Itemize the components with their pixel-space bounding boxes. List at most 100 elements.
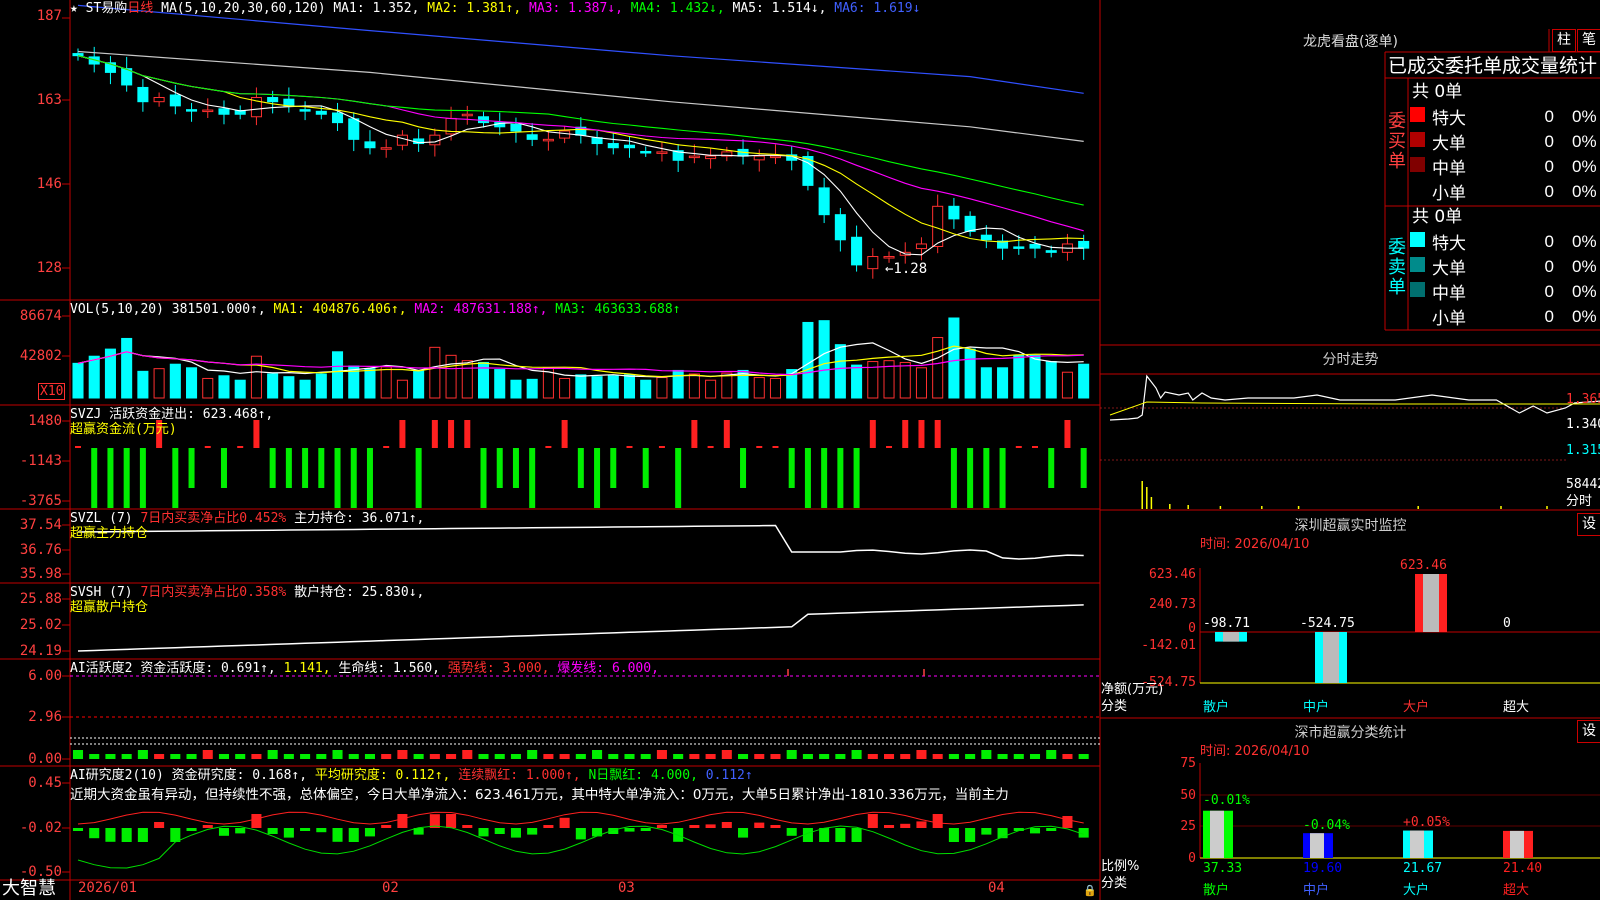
fund-flow-bar <box>983 448 990 508</box>
sell-order-table: 特大 0 0% 大单 0 0% 中单 0 0% 小单 0 0% <box>1410 229 1600 329</box>
candle-body <box>429 134 441 146</box>
sz-monitor-axis-label: -142.01 <box>1141 638 1196 653</box>
activity-bar <box>705 754 716 759</box>
category-label: 大户 <box>1403 883 1430 898</box>
sell-side-label: 委卖单 <box>1388 237 1406 298</box>
fund-flow-bar <box>480 448 487 508</box>
order-color-swatch <box>1410 156 1425 172</box>
volume-bar <box>1013 354 1025 399</box>
activity-bar <box>478 754 489 759</box>
category-label: 超大 <box>1503 883 1530 898</box>
intraday-price-label: 1.340 <box>1566 417 1600 432</box>
order-row: 大单 0 0% <box>1410 254 1600 279</box>
candle-body <box>688 155 700 159</box>
activity-bar <box>316 754 327 759</box>
ma-value-2: MA2: 1.381↑, <box>419 1 522 16</box>
bar-view-button[interactable]: 柱 <box>1552 29 1576 52</box>
date-axis-label: 04 <box>988 880 1005 896</box>
research-bar <box>948 828 959 842</box>
volume-bar <box>721 372 733 399</box>
price-axis-label: 163 <box>36 92 62 108</box>
app-logo[interactable]: 大智慧 <box>2 879 56 899</box>
activity-bar <box>689 754 700 759</box>
fund-flow-bar <box>1080 448 1087 488</box>
volume-bar <box>88 355 100 399</box>
research-bar <box>235 828 246 834</box>
activity-bar <box>235 754 246 759</box>
fund-flow-bar <box>302 448 309 488</box>
order-row: 中单 0 0% <box>1410 154 1600 179</box>
fund-flow-bar <box>756 446 763 448</box>
volume-bar <box>1029 354 1041 399</box>
candle-body <box>283 98 295 107</box>
volume-bar <box>510 379 522 399</box>
candle-body <box>1078 240 1090 249</box>
fund-flow-bar <box>934 420 941 448</box>
fund-flow-bar <box>642 448 649 488</box>
category-label: 散户 <box>1203 883 1230 898</box>
ai-activity-axis-label: 2.96 <box>28 709 62 725</box>
volume-bar <box>364 368 376 399</box>
fund-flow-bar <box>950 448 957 508</box>
stock-name[interactable]: ST易购 <box>86 1 128 16</box>
research-bar <box>527 828 538 835</box>
sz-class-xlabel: 分类 <box>1101 876 1128 891</box>
fund-flow-bar <box>545 446 552 448</box>
sz-monitor-title: 深圳超赢实时监控 <box>1294 518 1407 534</box>
order-row: 小单 0 0% <box>1410 179 1600 204</box>
buy-total: 共 0单 <box>1412 82 1463 102</box>
activity-bar <box>1029 754 1041 759</box>
activity-bar <box>202 750 213 759</box>
candle-body <box>980 234 992 241</box>
ma-value-3: MA3: 1.387↓, <box>521 1 623 16</box>
intraday-price-label: 1.315 <box>1566 443 1600 458</box>
activity-bar <box>851 750 862 759</box>
activity-bar <box>348 754 359 759</box>
intraday-price-label: 1.365 <box>1566 392 1600 407</box>
volume-bar <box>461 360 473 399</box>
activity-bar <box>381 754 392 759</box>
candle-body <box>769 155 782 159</box>
volume-bar <box>202 377 214 399</box>
fund-flow-bar <box>318 448 325 488</box>
volume-bar <box>137 370 149 399</box>
svsh-axis-label: 24.19 <box>19 643 62 659</box>
research-bar <box>316 828 327 833</box>
research-bar <box>867 814 878 828</box>
activity-bar <box>89 754 100 759</box>
fund-flow-bar <box>886 446 893 448</box>
vol-title: VOL(5,10,20) <box>70 302 164 317</box>
tick-view-button[interactable]: 笔 <box>1577 29 1600 52</box>
period-label[interactable]: 日线 <box>127 1 153 16</box>
fund-flow-bar <box>431 420 438 448</box>
sz-class-ylabel: 比例% <box>1101 859 1140 874</box>
research-bar <box>397 814 408 828</box>
net-amount-bar-highlight <box>1223 632 1239 642</box>
volume-bar <box>818 320 830 399</box>
volume-bar <box>413 369 425 399</box>
activity-bar <box>494 754 505 759</box>
research-bar <box>105 828 116 842</box>
sz-class-settings-button[interactable]: 设 <box>1577 720 1600 743</box>
volume-bar <box>429 346 441 399</box>
buy-order-table: 特大 0 0% 大单 0 0% 中单 0 0% 小单 0 0% <box>1410 104 1600 204</box>
sz-monitor-axis-label: 0 <box>1188 621 1196 636</box>
ai-commentary: 近期大资金虽有异动，但持续性不强，总体偏空，今日大单净流入：623.461万元，… <box>70 787 1009 803</box>
volume-bar <box>331 351 344 399</box>
research-bar <box>883 825 895 828</box>
activity-bar <box>543 754 554 759</box>
fund-flow-bar <box>594 448 601 508</box>
vol-ma3: MA3: 463633.688↑ <box>555 302 681 317</box>
lock-icon[interactable]: 🔒 <box>1083 883 1097 898</box>
fund-flow-bar <box>707 446 714 448</box>
net-amount-bar-highlight <box>1323 632 1339 683</box>
chart-canvas[interactable] <box>0 0 1600 900</box>
sz-monitor-settings-button[interactable]: 设 <box>1577 513 1600 536</box>
vol-value: 381501.000↑, <box>171 302 266 317</box>
price-axis-label: 187 <box>36 8 62 24</box>
order-volume: 0 <box>1544 131 1554 151</box>
candle-body <box>1045 250 1057 253</box>
candle-body <box>218 108 230 115</box>
activity-bar <box>559 754 570 759</box>
favorite-star-icon[interactable]: ★ <box>70 1 78 16</box>
